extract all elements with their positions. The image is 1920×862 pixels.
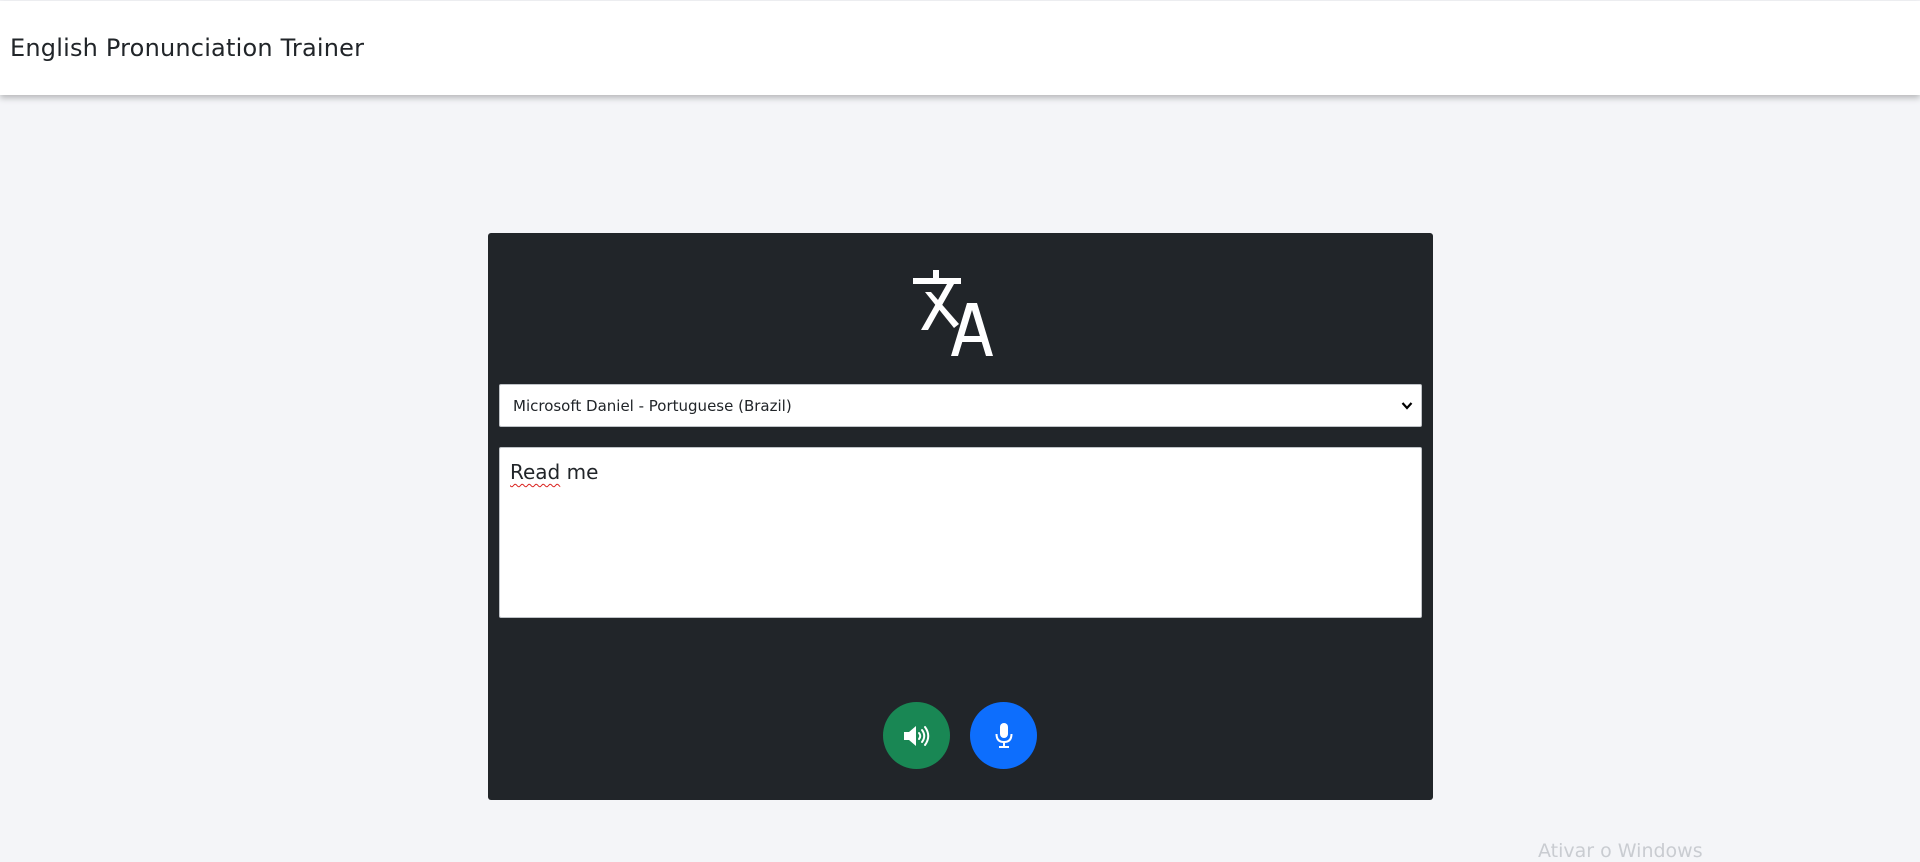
volume-up-icon bbox=[903, 725, 929, 746]
trainer-card: Microsoft Daniel - Portuguese (Brazil) R… bbox=[488, 233, 1433, 800]
text-input-word: me bbox=[560, 460, 599, 484]
text-input-word-misspelled: Read bbox=[510, 460, 561, 484]
top-navbar: English Pronunciation Trainer bbox=[0, 1, 1920, 95]
chevron-down-icon bbox=[1401, 402, 1413, 410]
translate-icon bbox=[913, 270, 993, 356]
voice-select-value: Microsoft Daniel - Portuguese (Brazil) bbox=[513, 396, 792, 415]
record-button[interactable] bbox=[970, 702, 1037, 769]
text-input[interactable]: Read me bbox=[499, 447, 1422, 618]
windows-activation-watermark: Ativar o Windows bbox=[1538, 840, 1703, 862]
microphone-icon bbox=[995, 722, 1012, 748]
voice-select[interactable]: Microsoft Daniel - Portuguese (Brazil) bbox=[499, 384, 1422, 427]
speak-button[interactable] bbox=[883, 702, 950, 769]
app-title: English Pronunciation Trainer bbox=[10, 34, 365, 62]
